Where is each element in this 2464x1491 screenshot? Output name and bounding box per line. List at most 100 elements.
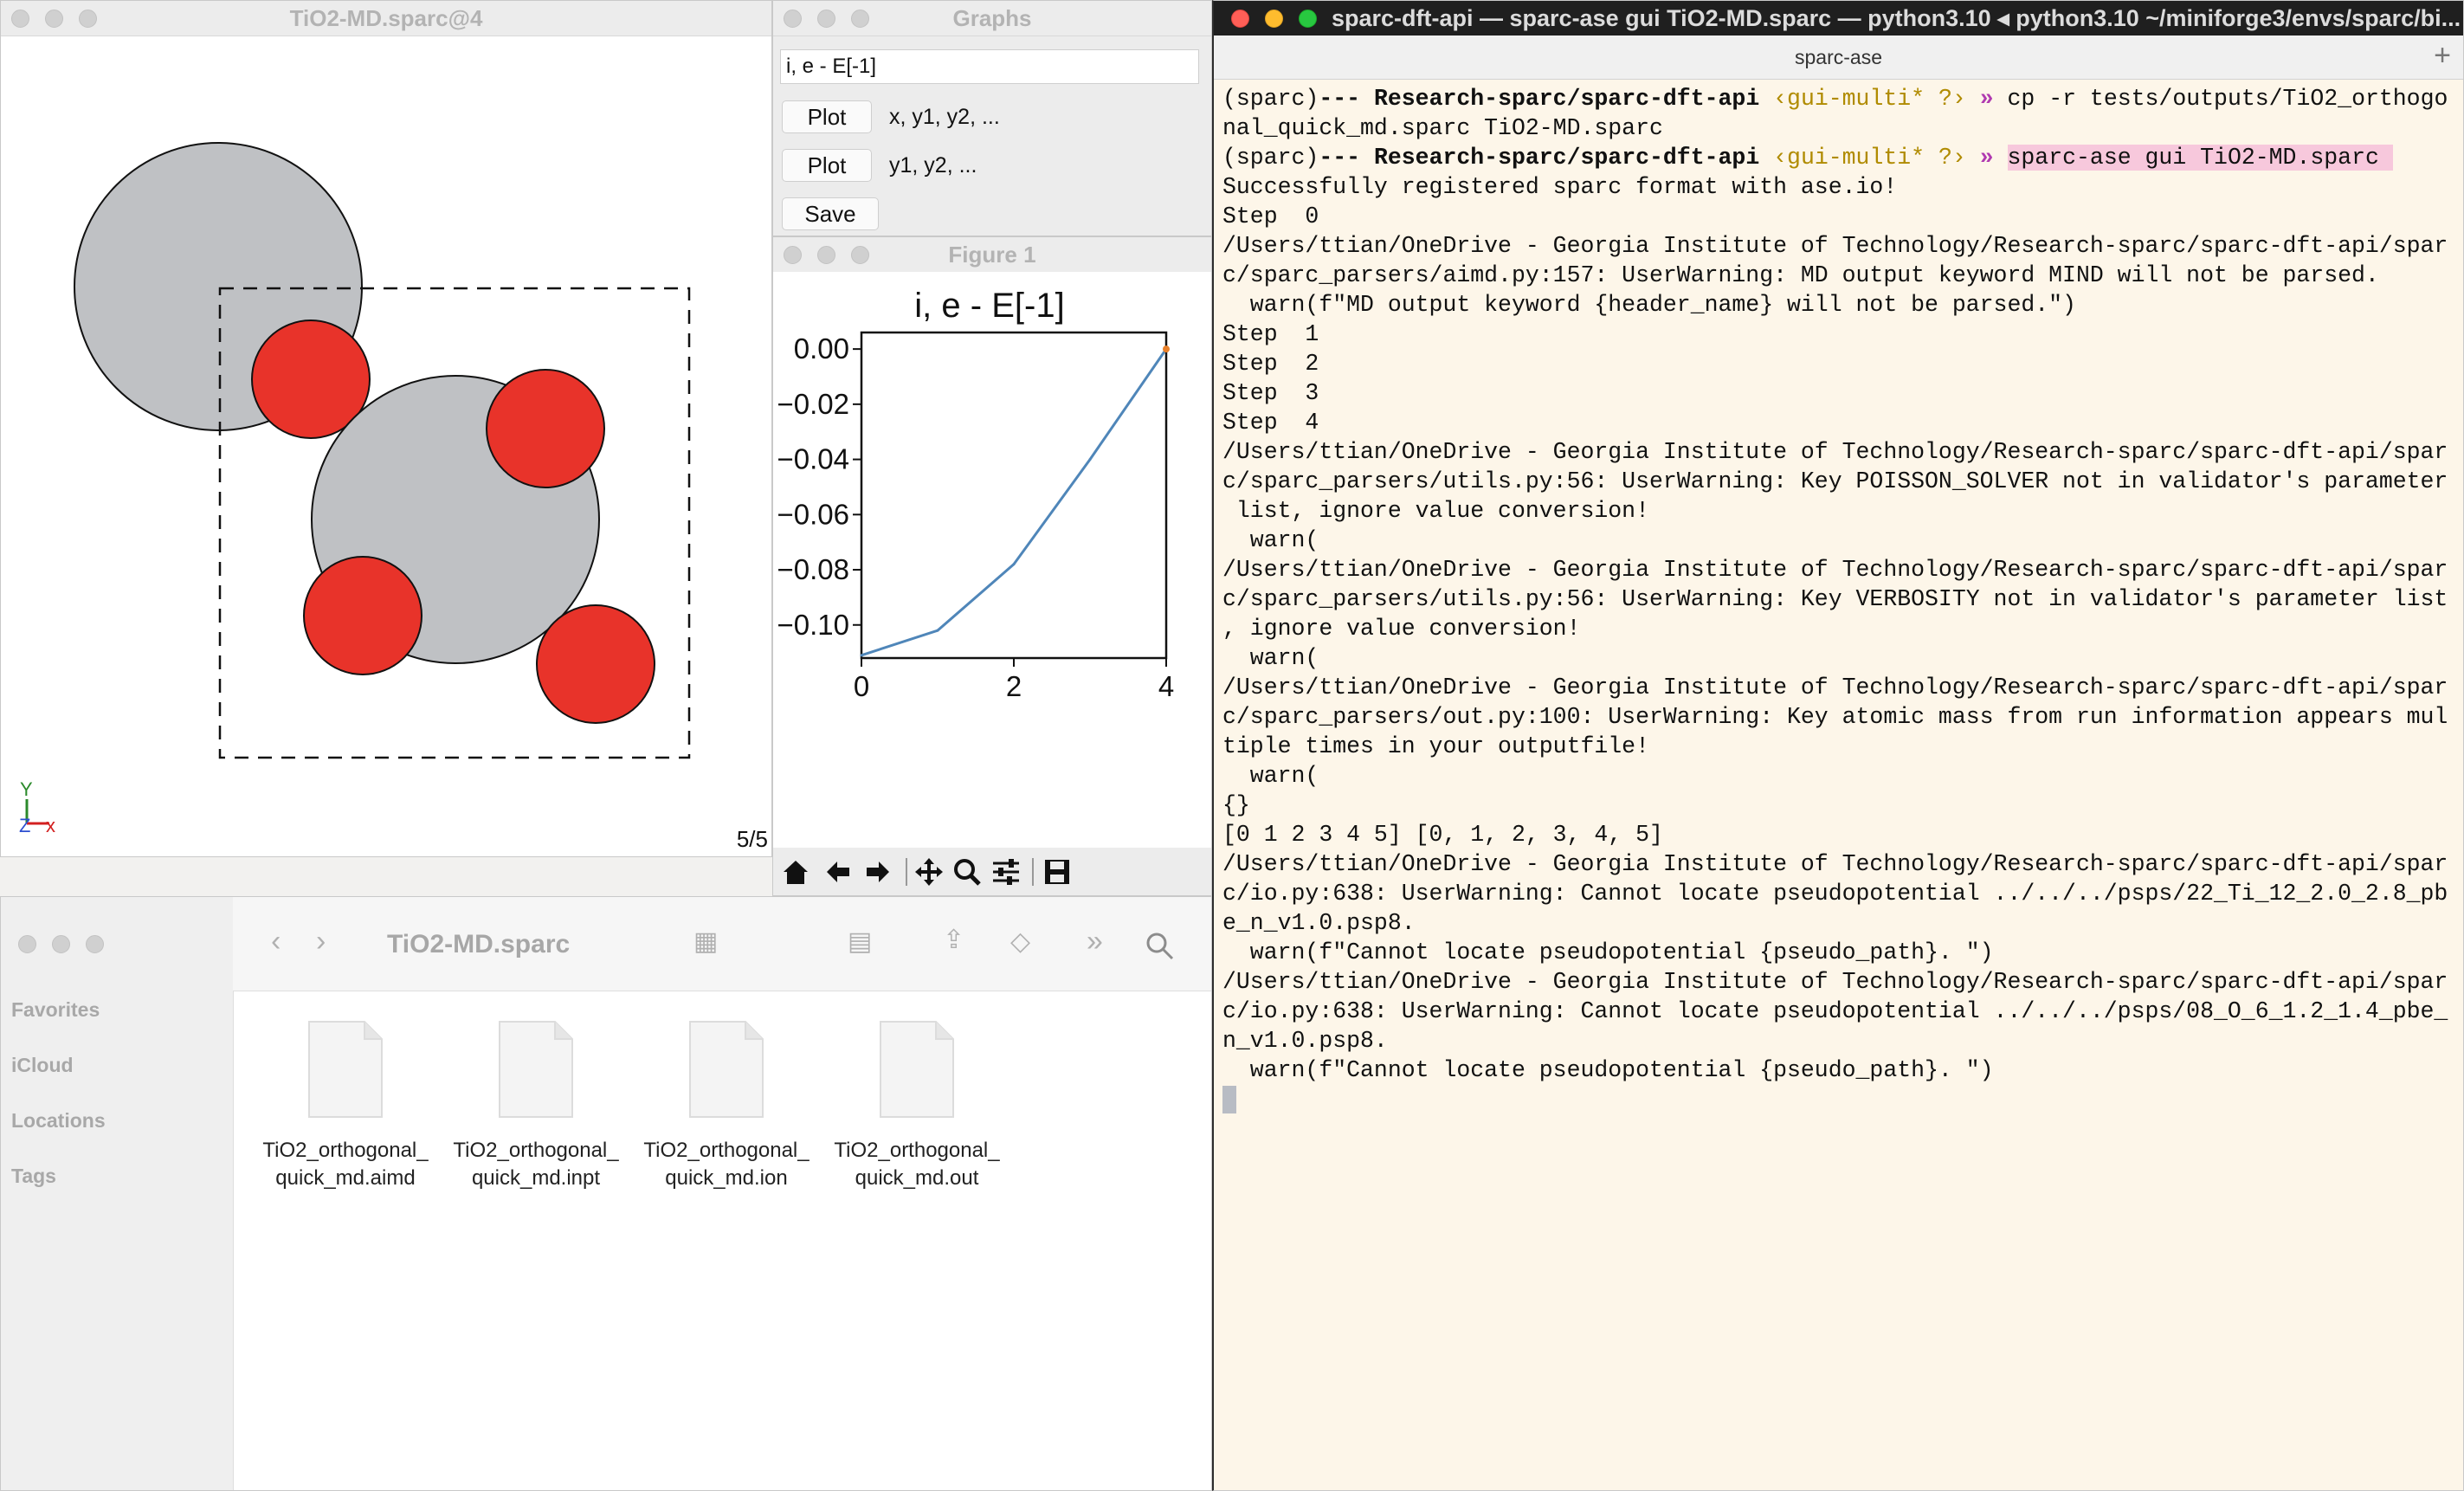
atoms-canvas[interactable]: Y Z x <box>1 36 771 856</box>
file-name-line2: quick_md.ion <box>665 1166 788 1190</box>
plot-xy-button[interactable]: Plot <box>782 100 872 133</box>
prompt-arrow: » <box>1979 86 1994 112</box>
data-point <box>936 629 939 632</box>
terminal-window: sparc-dft-api — sparc-ase gui TiO2-MD.sp… <box>1212 0 2464 1491</box>
terminal-tab[interactable]: sparc-ase <box>1214 36 2463 79</box>
more-icon[interactable]: » <box>1087 925 1103 958</box>
pan-icon[interactable] <box>915 858 943 886</box>
minimize-button[interactable] <box>1265 10 1283 28</box>
terminal-line: /Users/ttian/OneDrive - Georgia Institut… <box>1222 851 2448 877</box>
graphs-titlebar[interactable]: Graphs <box>773 1 1211 36</box>
terminal-line: c/sparc_parsers/aimd.py:157: UserWarning… <box>1222 262 2379 288</box>
terminal-line: /Users/ttian/OneDrive - Georgia Institut… <box>1222 233 2448 259</box>
prompt-sep: --- <box>1319 86 1361 112</box>
y-tick-label: −0.08 <box>777 553 850 585</box>
axis-y-label: Y <box>20 778 33 800</box>
back-icon[interactable]: ‹ <box>271 925 281 958</box>
sidebar-section-icloud[interactable]: iCloud <box>11 1054 74 1077</box>
sidebar-section-favorites[interactable]: Favorites <box>11 998 100 1022</box>
terminal-line: {} <box>1222 792 1250 818</box>
plot-xy-description: x, y1, y2, ... <box>889 105 1000 129</box>
zoom-icon[interactable] <box>954 859 981 886</box>
close-button[interactable] <box>18 935 36 953</box>
save-button[interactable]: Save <box>782 197 879 230</box>
terminal-line: Step 0 <box>1222 203 1319 229</box>
terminal-line: Step 3 <box>1222 380 1319 406</box>
terminal-line: , ignore value conversion! <box>1222 616 1581 642</box>
zoom-button[interactable] <box>1299 10 1317 28</box>
file-name-line2: quick_md.inpt <box>471 1166 601 1190</box>
ase-viewer-window: TiO2-MD.sparc@4 Y Z x 5/5 <box>0 0 772 857</box>
group-by-icon[interactable]: ▤ <box>848 926 872 957</box>
home-icon[interactable] <box>784 861 808 884</box>
terminal-line: e_n_v1.0.psp8. <box>1222 910 1416 936</box>
graphs-window: Graphs i, e - E[-1] Plot x, y1, y2, ... … <box>772 0 1212 236</box>
command-text: cp -r tests/outputs/TiO2_orthogo <box>2007 86 2448 112</box>
finder-window: Favorites iCloud Locations Tags ‹ › TiO2… <box>0 896 1212 1491</box>
new-tab-icon[interactable]: + <box>2434 39 2451 73</box>
figure-titlebar[interactable]: Figure 1 <box>773 237 1211 273</box>
x-tick-label: 2 <box>1006 670 1022 702</box>
file-item-ion[interactable]: TiO2_orthogonal_ quick_md.ion <box>631 1020 822 1192</box>
input-line[interactable] <box>1222 1085 2456 1114</box>
terminal-line: warn( <box>1222 645 1319 671</box>
save-icon[interactable] <box>1045 860 1069 884</box>
terminal-line: c/sparc_parsers/utils.py:56: UserWarning… <box>1222 586 2448 612</box>
configure-icon[interactable] <box>993 859 1019 885</box>
forward-arrow-icon[interactable] <box>867 862 889 882</box>
prompt-env: (sparc) <box>1222 145 1319 171</box>
document-icon <box>880 1021 954 1118</box>
terminal-line: c/io.py:638: UserWarning: Cannot locate … <box>1222 881 2448 907</box>
expression-input[interactable]: i, e - E[-1] <box>780 49 1199 84</box>
search-icon[interactable] <box>1145 932 1175 965</box>
file-item-out[interactable]: TiO2_orthogonal_ quick_md.out <box>822 1020 1012 1192</box>
plot-y-button[interactable]: Plot <box>782 149 872 182</box>
close-button[interactable] <box>1231 10 1249 28</box>
plot-canvas[interactable]: i, e - E[-1] 0.00 −0.02 −0.04 −0.06 −0.08 −0.… <box>773 272 1211 861</box>
o-atom[interactable] <box>303 556 422 675</box>
ase-viewer-titlebar[interactable]: TiO2-MD.sparc@4 <box>1 1 771 36</box>
y-tick-label: −0.02 <box>777 388 850 420</box>
finder-title: TiO2-MD.sparc <box>387 930 571 958</box>
zoom-button[interactable] <box>86 935 104 953</box>
terminal-line: warn(f"Cannot locate pseudopotential {ps… <box>1222 1057 1994 1083</box>
y-tick-label: −0.06 <box>777 498 850 530</box>
terminal-titlebar[interactable]: sparc-dft-api — sparc-ase gui TiO2-MD.sp… <box>1214 1 2463 36</box>
terminal-line: warn(f"Cannot locate pseudopotential {ps… <box>1222 939 1994 965</box>
terminal-line: c/sparc_parsers/out.py:100: UserWarning:… <box>1222 704 2448 730</box>
figure-toolbar <box>773 848 1211 895</box>
plot-y-description: y1, y2, ... <box>889 153 977 178</box>
file-name-line1: TiO2_orthogonal_ <box>643 1139 810 1162</box>
file-item-inpt[interactable]: TiO2_orthogonal_ quick_md.inpt <box>441 1020 631 1192</box>
figure-title: Figure 1 <box>948 242 1036 268</box>
file-name-line2: quick_md.aimd <box>275 1166 416 1190</box>
share-icon[interactable]: ⇪ <box>943 925 964 955</box>
terminal-line: /Users/ttian/OneDrive - Georgia Institut… <box>1222 969 2448 995</box>
sidebar-section-locations[interactable]: Locations <box>11 1109 106 1133</box>
axis-x-label: x <box>46 815 55 836</box>
prompt-branch: ‹gui-multi* ?› <box>1773 86 1966 112</box>
terminal-line: c/io.py:638: UserWarning: Cannot locate … <box>1222 998 2448 1024</box>
o-atom[interactable] <box>486 369 605 488</box>
file-name-line1: TiO2_orthogonal_ <box>834 1139 1000 1162</box>
minimize-button[interactable] <box>52 935 70 953</box>
prompt-sep: --- <box>1319 145 1361 171</box>
terminal-tabbar: sparc-ase + <box>1214 36 2463 80</box>
terminal-output-lines: Successfully registered sparc format wit… <box>1222 172 2456 1085</box>
file-item-aimd[interactable]: TiO2_orthogonal_ quick_md.aimd <box>250 1020 441 1192</box>
back-arrow-icon[interactable] <box>827 862 849 882</box>
terminal-line: warn(f"MD output keyword {header_name} w… <box>1222 292 2076 318</box>
sidebar-section-tags[interactable]: Tags <box>11 1165 56 1188</box>
data-point <box>860 654 863 657</box>
tag-icon[interactable]: ◇ <box>1010 926 1030 957</box>
document-icon <box>499 1021 573 1118</box>
terminal-output[interactable]: (sparc)--- Research-sparc/sparc-dft-api … <box>1222 84 2456 1490</box>
grid-view-icon[interactable]: ▦ <box>693 926 718 957</box>
finder-sidebar: Favorites iCloud Locations Tags <box>1 897 234 1490</box>
current-frame-marker <box>1163 345 1170 353</box>
terminal-line: warn( <box>1222 527 1319 553</box>
o-atom[interactable] <box>536 604 655 724</box>
prompt-line: (sparc)--- Research-sparc/sparc-dft-api … <box>1222 84 2456 113</box>
terminal-line: tiple times in your outputfile! <box>1222 733 1649 759</box>
forward-icon[interactable]: › <box>316 925 326 958</box>
